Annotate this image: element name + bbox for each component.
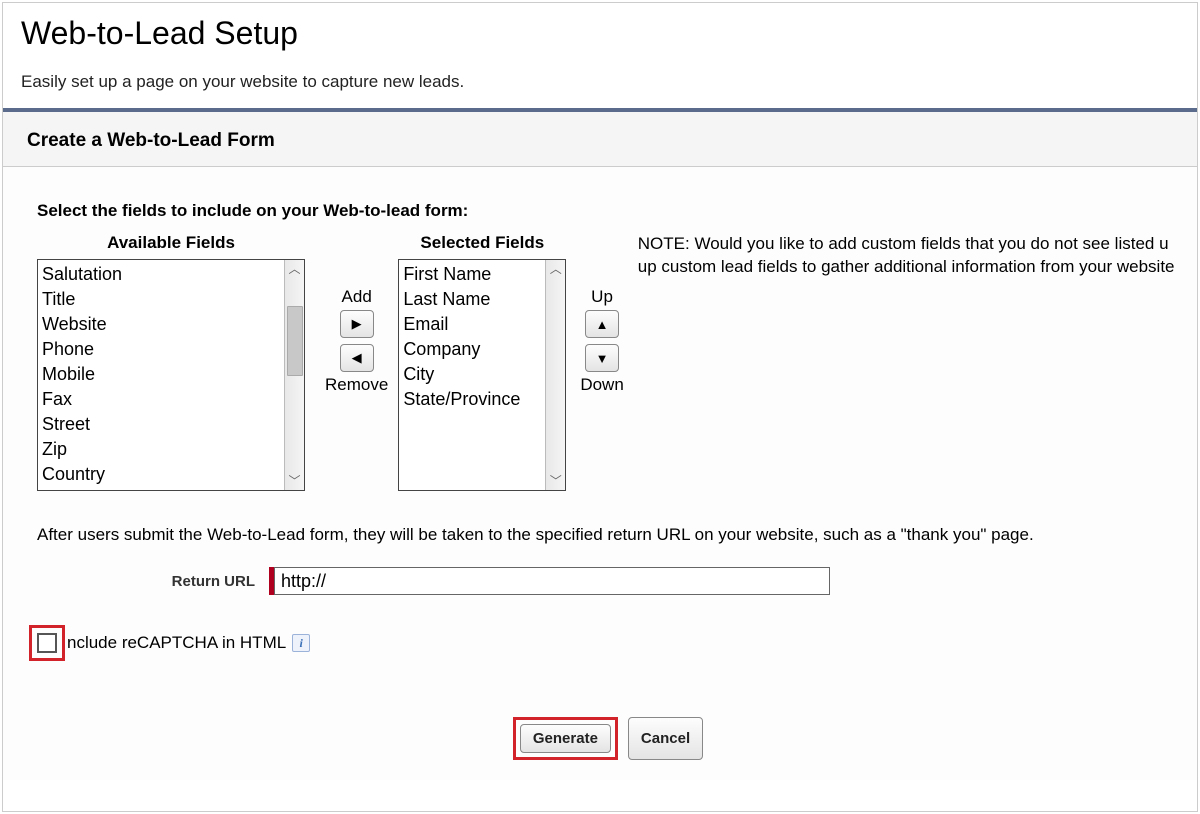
field-select-instruction: Select the fields to include on your Web… (37, 201, 1179, 221)
list-item[interactable]: Title (42, 287, 280, 312)
list-item[interactable]: Phone (42, 337, 280, 362)
return-url-row: Return URL (37, 567, 1179, 595)
chevron-down-icon[interactable]: ﹀ (550, 474, 562, 488)
page-container: Web-to-Lead Setup Easily set up a page o… (2, 2, 1198, 812)
required-field-indicator (269, 567, 830, 595)
note-line: up custom lead fields to gather addition… (638, 256, 1179, 279)
form-panel-body: Select the fields to include on your Web… (3, 167, 1197, 780)
move-up-button[interactable]: ▲ (585, 310, 619, 338)
remove-label: Remove (325, 375, 388, 395)
list-item[interactable]: Company (403, 337, 541, 362)
list-item[interactable]: Zip (42, 437, 280, 462)
field-picker: Available Fields Salutation Title Websit… (37, 233, 1179, 491)
available-fields-items[interactable]: Salutation Title Website Phone Mobile Fa… (38, 260, 284, 490)
selected-scrollbar[interactable]: ︿ ﹀ (545, 260, 565, 490)
note-line: NOTE: Would you like to add custom field… (638, 233, 1179, 256)
selected-fields-listbox[interactable]: First Name Last Name Email Company City … (398, 259, 566, 491)
return-url-label: Return URL (37, 573, 255, 590)
selected-fields-header: Selected Fields (420, 233, 544, 253)
list-item[interactable]: Fax (42, 387, 280, 412)
scrollbar-thumb[interactable] (287, 306, 303, 376)
list-item[interactable]: State/Province (403, 387, 541, 412)
highlight-box (29, 625, 65, 661)
form-panel: Create a Web-to-Lead Form Select the fie… (3, 108, 1197, 780)
list-item[interactable]: Street (42, 412, 280, 437)
recaptcha-checkbox[interactable] (37, 633, 57, 653)
page-title: Web-to-Lead Setup (21, 15, 1197, 52)
available-fields-column: Available Fields Salutation Title Websit… (37, 233, 305, 491)
available-scrollbar[interactable]: ︿ ﹀ (284, 260, 304, 490)
list-item[interactable]: Email (403, 312, 541, 337)
chevron-up-icon[interactable]: ︿ (550, 262, 562, 276)
recaptcha-row: nclude reCAPTCHA in HTML i (29, 625, 1179, 661)
list-item[interactable]: Mobile (42, 362, 280, 387)
chevron-down-icon[interactable]: ﹀ (288, 474, 300, 488)
order-controls: Up ▲ ▼ Down (566, 233, 637, 395)
cancel-button[interactable]: Cancel (628, 717, 703, 760)
chevron-up-icon[interactable]: ︿ (288, 262, 300, 276)
page-subtitle: Easily set up a page on your website to … (21, 72, 1197, 92)
add-remove-controls: Add ▶ ◀ Remove (305, 233, 398, 395)
selected-fields-items[interactable]: First Name Last Name Email Company City … (399, 260, 545, 490)
custom-fields-note: NOTE: Would you like to add custom field… (638, 233, 1179, 279)
recaptcha-label: nclude reCAPTCHA in HTML (67, 633, 286, 653)
triangle-down-icon: ▼ (596, 351, 609, 366)
available-fields-listbox[interactable]: Salutation Title Website Phone Mobile Fa… (37, 259, 305, 491)
return-url-description: After users submit the Web-to-Lead form,… (37, 525, 1179, 545)
list-item[interactable]: Website (42, 312, 280, 337)
add-button[interactable]: ▶ (340, 310, 374, 338)
form-panel-header: Create a Web-to-Lead Form (3, 112, 1197, 167)
remove-button[interactable]: ◀ (340, 344, 374, 372)
available-fields-header: Available Fields (107, 233, 235, 253)
action-buttons: Generate Cancel (37, 717, 1179, 760)
list-item[interactable]: Country (42, 462, 280, 487)
triangle-up-icon: ▲ (596, 317, 609, 332)
move-down-button[interactable]: ▼ (585, 344, 619, 372)
triangle-left-icon: ◀ (352, 350, 362, 366)
list-item[interactable]: Last Name (403, 287, 541, 312)
up-label: Up (591, 287, 613, 307)
highlight-box: Generate (513, 717, 618, 760)
list-item[interactable]: First Name (403, 262, 541, 287)
selected-fields-column: Selected Fields First Name Last Name Ema… (398, 233, 566, 491)
list-item[interactable]: Salutation (42, 262, 280, 287)
generate-button[interactable]: Generate (520, 724, 611, 753)
return-url-input[interactable] (274, 567, 830, 595)
info-icon[interactable]: i (292, 634, 310, 652)
add-label: Add (342, 287, 372, 307)
list-item[interactable]: City (403, 362, 541, 387)
down-label: Down (580, 375, 623, 395)
triangle-right-icon: ▶ (352, 316, 362, 332)
